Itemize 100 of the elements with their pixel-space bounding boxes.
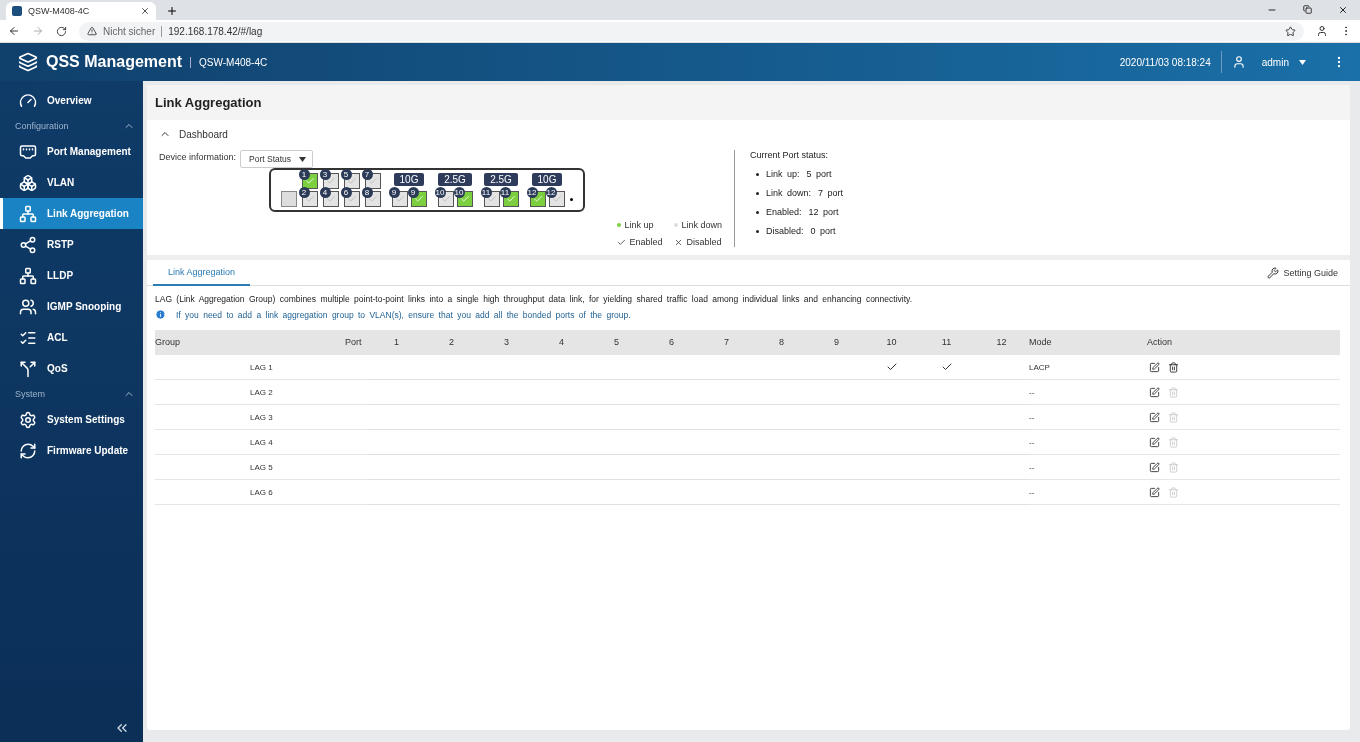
close-icon[interactable] — [140, 6, 150, 16]
favicon-icon — [12, 6, 22, 16]
hierarchy-icon — [19, 266, 37, 285]
column-header: 7 — [723, 337, 730, 347]
link-up-dot — [617, 223, 622, 227]
sidebar-item[interactable]: Firmware Update — [0, 435, 143, 466]
column-header: 3 — [503, 337, 510, 347]
tab[interactable]: Link Aggregation — [153, 259, 251, 286]
sidebar-item[interactable]: VLAN — [0, 167, 143, 198]
back-icon[interactable] — [8, 25, 20, 37]
bullet-icon — [756, 191, 759, 195]
star-icon[interactable] — [1285, 25, 1296, 37]
sidebar-item[interactable]: QoS — [0, 353, 143, 384]
boxes-icon — [19, 173, 37, 192]
table-cell-text: LAG 4 — [249, 437, 274, 447]
speed-badge: 10G — [531, 173, 563, 186]
column-header: 8 — [778, 337, 785, 347]
edit-icon — [1149, 386, 1160, 398]
speed-badge: 2.5G — [484, 173, 518, 186]
trash-icon — [1168, 486, 1179, 498]
setting-guide-link[interactable]: Setting Guide — [1261, 265, 1344, 280]
status-label: Link up: — [766, 169, 800, 179]
legend-label: Link up — [624, 220, 654, 230]
legend-label: Disabled — [686, 237, 722, 247]
check-icon — [617, 237, 627, 247]
edit-button[interactable] — [1149, 361, 1160, 373]
table-cell-text: -- — [1029, 487, 1036, 497]
edit-icon — [1149, 486, 1160, 498]
port-number: 11 — [499, 187, 511, 198]
legend-label: Link down — [681, 220, 722, 230]
edit-button[interactable] — [1149, 386, 1160, 398]
sidebar-item[interactable]: Link Aggregation — [0, 198, 143, 229]
port-number: 1 — [298, 169, 310, 180]
edit-icon — [1149, 361, 1160, 373]
table-cell-text: LAG 6 — [249, 487, 274, 497]
trash-icon — [1168, 436, 1179, 448]
info-text: If you need to add a link aggregation group to VLAN(s), ensure that you add all the bonded ports of the group. — [176, 309, 631, 320]
column-header: Mode — [1029, 337, 1053, 347]
caret-icon[interactable] — [1299, 59, 1306, 65]
restore-icon[interactable] — [1303, 5, 1312, 14]
share-icon — [19, 235, 37, 254]
status-title: Current Port status: — [750, 150, 830, 160]
cross-icon — [674, 237, 684, 247]
sidebar-item[interactable]: RSTP — [0, 229, 143, 260]
sidebar-item[interactable]: System Settings — [0, 404, 143, 435]
bullet-icon — [756, 229, 759, 233]
profile-icon[interactable] — [1316, 25, 1328, 37]
sidebar-item[interactable]: Port Management — [0, 136, 143, 167]
edit-button[interactable] — [1149, 486, 1160, 498]
reload-icon[interactable] — [56, 25, 67, 37]
dashboard-toggle[interactable]: Dashboard — [153, 126, 234, 142]
table-cell-text: -- — [1029, 437, 1036, 447]
port-number: 6 — [340, 187, 352, 198]
column-header: 1 — [393, 337, 400, 347]
legend-label: Enabled — [629, 237, 663, 247]
warning-icon — [87, 26, 97, 36]
sidebar-item[interactable]: LLDP — [0, 260, 143, 291]
column-header: 2 — [448, 337, 455, 347]
edit-icon — [1149, 411, 1160, 423]
edit-icon — [1149, 436, 1160, 448]
trash-icon — [1168, 461, 1179, 473]
port-number: 11 — [480, 187, 492, 198]
description-text: LAG (Link Aggregation Group) combines multiple point-to-point links into a single high throughput data link, for yielding shared traffic load among individual links and enhancing connectivity. — [154, 293, 913, 304]
trash-icon — [1168, 361, 1179, 373]
console-port — [280, 191, 297, 207]
edit-button[interactable] — [1149, 461, 1160, 473]
port-number: 9 — [388, 187, 400, 198]
user-menu[interactable]: admin — [1255, 55, 1312, 69]
port-number: 2 — [298, 187, 310, 198]
port-number: 3 — [319, 169, 331, 180]
page-title: Link Aggregation — [147, 85, 1350, 120]
close-icon[interactable] — [1338, 5, 1348, 15]
user-icon — [1231, 55, 1246, 69]
bullet-icon — [756, 210, 759, 214]
sidebar-item[interactable]: Overview — [0, 85, 143, 116]
address-bar[interactable]: Nicht sicher 192.168.178.42/#/lag — [79, 21, 1304, 41]
port-number: 10 — [453, 187, 465, 198]
table-cell-text: -- — [1029, 387, 1036, 397]
port-number: 9 — [407, 187, 419, 198]
check-icon — [940, 361, 953, 373]
browser-tab[interactable]: QSW-M408-4C — [6, 2, 156, 20]
sidebar-item[interactable]: IGMP Snooping — [0, 291, 143, 322]
column-header: 6 — [668, 337, 675, 347]
port-number: 12 — [545, 187, 557, 198]
delete-button[interactable] — [1168, 361, 1179, 373]
new-tab-icon[interactable] — [166, 5, 178, 17]
device-select[interactable]: Port Status — [240, 150, 314, 168]
edit-button[interactable] — [1149, 436, 1160, 448]
logo-icon — [18, 52, 38, 72]
trash-icon — [1168, 386, 1179, 398]
sidebar-section: System — [15, 389, 45, 399]
status-label: Enabled: — [766, 207, 802, 217]
table-cell-text: -- — [1029, 412, 1036, 422]
sidebar-item[interactable]: ACL — [0, 322, 143, 353]
caret-icon[interactable] — [299, 156, 307, 162]
column-header: Action — [1147, 337, 1173, 347]
edit-icon — [1149, 461, 1160, 473]
led-dot — [569, 198, 573, 201]
edit-button[interactable] — [1149, 411, 1160, 423]
port-number: 7 — [361, 169, 373, 180]
